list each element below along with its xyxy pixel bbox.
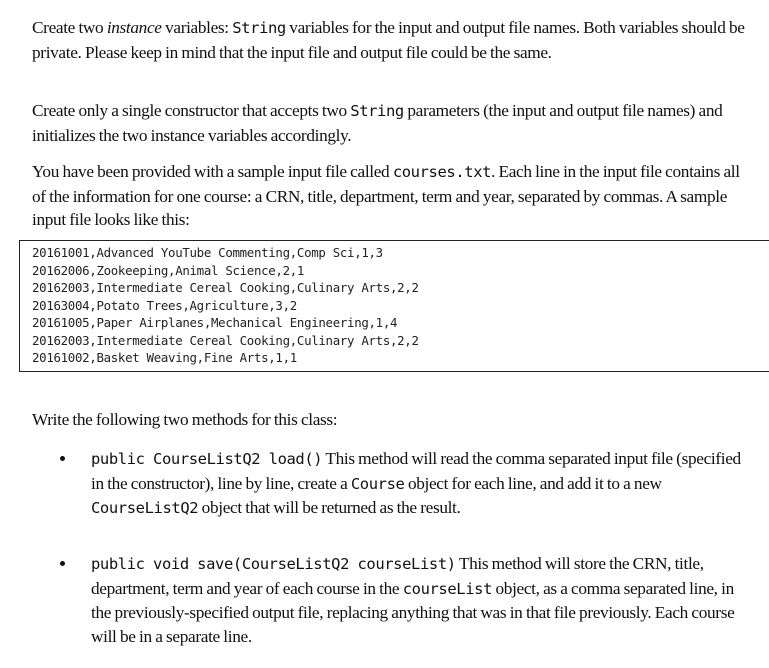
sample-file-paragraph: You have been provided with a sample inp… [32, 160, 752, 232]
constructor-paragraph: Create only a single constructor that ac… [32, 99, 752, 147]
code-variable: courseList [402, 579, 493, 598]
sample-file-line: 20162003,Intermediate Cereal Cooking,Cul… [32, 332, 419, 348]
code-string: String [232, 19, 286, 37]
sample-file-line: 20163004,Potato Trees,Agriculture,3,2 [32, 297, 297, 313]
sample-file-box: 20161001,Advanced YouTube Commenting,Com… [19, 240, 769, 372]
text: object that will be returned as the resu… [198, 498, 461, 517]
code-class: CourseListQ2 [91, 499, 199, 517]
code-filename: courses.txt [392, 163, 492, 181]
sample-file-line: 20162003,Intermediate Cereal Cooking,Cul… [32, 280, 419, 295]
bullet-icon [60, 561, 65, 566]
emphasis-instance: instance [106, 18, 162, 37]
method-signature: public CourseListQ2 load() [91, 450, 323, 468]
method-description: public CourseListQ2 load() This method w… [91, 447, 751, 521]
text: variables: [161, 18, 233, 37]
bullet-icon [60, 456, 65, 461]
code-class: Course [350, 474, 405, 493]
sample-file-line: 20161002,Basket Weaving,Fine Arts,1,1 [32, 350, 297, 365]
sample-file-line: 20162006,Zookeeping,Animal Science,2,1 [32, 262, 305, 278]
instance-variables-paragraph: Create two instance variables: String va… [32, 16, 752, 64]
method-description: public void save(CourseListQ2 courseList… [91, 552, 751, 648]
text: You have been provided with a sample inp… [32, 162, 393, 181]
sample-file-line: 20161001,Advanced YouTube Commenting,Com… [32, 245, 383, 260]
methods-intro: Write the following two methods for this… [32, 410, 338, 429]
method-signature: public void save(CourseListQ2 courseList… [91, 555, 456, 573]
text: object for each line, and add it to a ne… [404, 473, 662, 493]
code-string: String [350, 102, 404, 120]
text: Create only a single constructor that ac… [32, 101, 351, 120]
text: Create two [32, 18, 107, 37]
sample-file-line: 20161005,Paper Airplanes,Mechanical Engi… [32, 315, 398, 330]
